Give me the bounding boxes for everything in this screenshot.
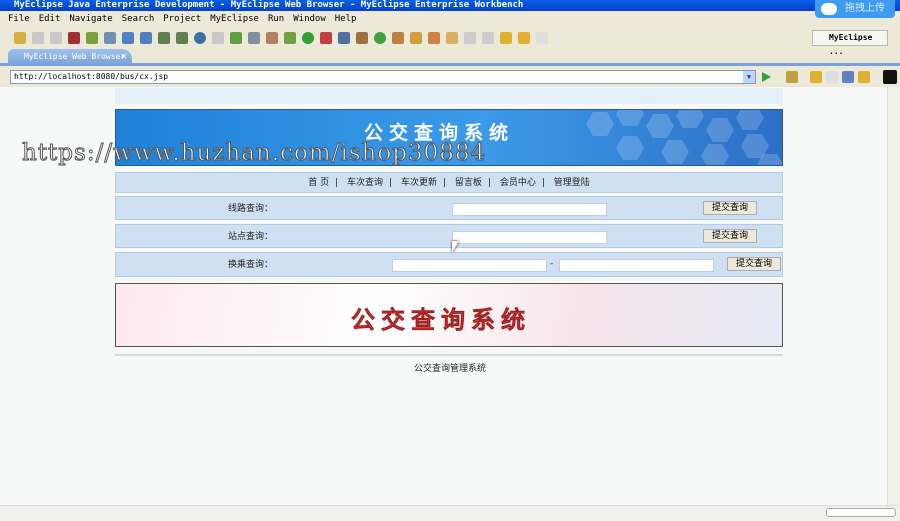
last-edit-icon[interactable]	[500, 31, 512, 44]
chevron-down-icon[interactable]: ▼	[743, 71, 755, 83]
next-annotation-icon[interactable]	[482, 31, 494, 44]
divider	[115, 354, 783, 356]
route-submit-button[interactable]: 提交查询	[703, 201, 757, 215]
scrollbar-thumb[interactable]	[826, 508, 896, 517]
print-icon[interactable]	[50, 31, 62, 44]
globe-icon[interactable]	[194, 31, 206, 44]
nav-separator: |	[389, 178, 393, 188]
station-query-label: 站点查询：	[228, 232, 274, 242]
tools-icon[interactable]	[266, 31, 278, 44]
menu-search[interactable]: Search	[122, 12, 155, 27]
top-strip	[115, 88, 783, 104]
package-explorer-icon[interactable]	[356, 31, 368, 44]
stop-icon[interactable]	[842, 71, 854, 83]
station-query-input[interactable]	[452, 231, 607, 244]
transfer-to-input[interactable]	[559, 259, 714, 272]
horizontal-scrollbar[interactable]	[0, 505, 900, 521]
transfer-query-row: 换乘查询： - 提交查询	[115, 252, 783, 277]
task-icon[interactable]	[428, 31, 440, 44]
menu-help[interactable]: Help	[335, 12, 357, 27]
nav-home[interactable]: 首 页	[308, 178, 329, 188]
tab-web-browser[interactable]: MyEclipse Web Browser ✕	[8, 49, 132, 65]
transfer-query-label: 换乘查询：	[228, 260, 274, 270]
save-icon[interactable]	[32, 31, 44, 44]
wizard-icon[interactable]	[158, 31, 170, 44]
go-icon[interactable]	[762, 72, 771, 82]
forward-icon[interactable]	[826, 71, 838, 83]
bottom-banner-title: 公交查询系统	[351, 306, 531, 335]
nav-separator: |	[442, 178, 447, 188]
menu-file[interactable]: File	[8, 12, 30, 27]
nav-separator: |	[487, 178, 491, 188]
close-icon[interactable]: ✕	[121, 49, 127, 65]
nav-member-center[interactable]: 会员中心	[500, 178, 536, 188]
back-icon[interactable]	[518, 31, 530, 44]
nav-route-query[interactable]: 车次查询	[347, 178, 383, 188]
open-type-icon[interactable]	[392, 31, 404, 44]
generate-icon[interactable]	[374, 31, 386, 44]
nav-separator: |	[541, 178, 545, 188]
perspective-switcher[interactable]: MyEclipse ...	[812, 30, 888, 56]
bottom-banner: 公交查询系统	[115, 283, 783, 347]
tab-strip	[0, 48, 900, 66]
tab-label: MyEclipse Web Browser	[24, 52, 126, 61]
nav-route-update[interactable]: 车次更新	[401, 178, 437, 188]
menu-myeclipse[interactable]: MyEclipse	[210, 12, 259, 27]
refresh-icon[interactable]	[230, 31, 242, 44]
server-icon[interactable]	[104, 31, 116, 44]
annotation-icon[interactable]	[464, 31, 476, 44]
nav-guestbook[interactable]: 留言板	[455, 178, 482, 188]
terminal-icon[interactable]	[248, 31, 260, 44]
forward-icon[interactable]	[536, 31, 548, 44]
menu-window[interactable]: Window	[293, 12, 326, 27]
bug-icon[interactable]	[284, 31, 296, 44]
window-title: MyEclipse Java Enterprise Development - …	[0, 0, 900, 11]
package-icon[interactable]	[68, 31, 80, 44]
toolbar	[0, 28, 900, 47]
address-input[interactable]: http://localhost:8080/bus/cx.jsp ▼	[10, 70, 756, 84]
vertical-scrollbar[interactable]	[887, 87, 900, 505]
refresh-icon[interactable]	[858, 71, 870, 83]
menu-project[interactable]: Project	[163, 12, 201, 27]
route-query-input[interactable]	[452, 203, 607, 216]
watermark: https://www.huzhan.com/ishop30884	[21, 140, 487, 167]
run-icon[interactable]	[302, 31, 314, 44]
site-nav: 首 页 | 车次查询 | 车次更新 | 留言板 | 会员中心 | 管理登陆	[115, 172, 783, 193]
deploy-icon[interactable]	[122, 31, 134, 44]
nav-separator: |	[335, 178, 339, 188]
back-icon[interactable]	[810, 71, 822, 83]
class-icon[interactable]	[338, 31, 350, 44]
open-icon[interactable]	[212, 31, 224, 44]
folder-icon[interactable]	[446, 31, 458, 44]
station-query-row: 站点查询： 提交查询	[115, 224, 783, 248]
route-query-row: 线路查询： 提交查询	[115, 196, 783, 220]
menu-run[interactable]: Run	[268, 12, 284, 27]
menu-navigate[interactable]: Navigate	[69, 12, 112, 27]
mouse-cursor-icon	[452, 241, 459, 253]
new-icon[interactable]	[14, 31, 26, 44]
transfer-from-input[interactable]	[392, 259, 547, 272]
route-query-label: 线路查询：	[228, 204, 274, 214]
transfer-submit-button[interactable]: 提交查询	[727, 257, 781, 271]
console-icon[interactable]	[883, 70, 897, 84]
undeploy-icon[interactable]	[140, 31, 152, 44]
debug-icon[interactable]	[86, 31, 98, 44]
menu-edit[interactable]: Edit	[39, 12, 61, 27]
footer-text: 公交查询管理系统	[413, 364, 486, 374]
station-submit-button[interactable]: 提交查询	[703, 229, 757, 243]
bookmark-icon[interactable]	[786, 71, 798, 83]
menu-bar: File Edit Navigate Search Project MyEcli…	[0, 12, 900, 27]
jsp-icon[interactable]	[176, 31, 188, 44]
external-tools-icon[interactable]	[320, 31, 332, 44]
nav-admin-login[interactable]: 管理登陆	[554, 178, 590, 188]
pin-icon[interactable]	[410, 31, 422, 44]
transfer-separator: -	[550, 259, 554, 269]
url-text: http://localhost:8080/bus/cx.jsp	[14, 72, 169, 81]
